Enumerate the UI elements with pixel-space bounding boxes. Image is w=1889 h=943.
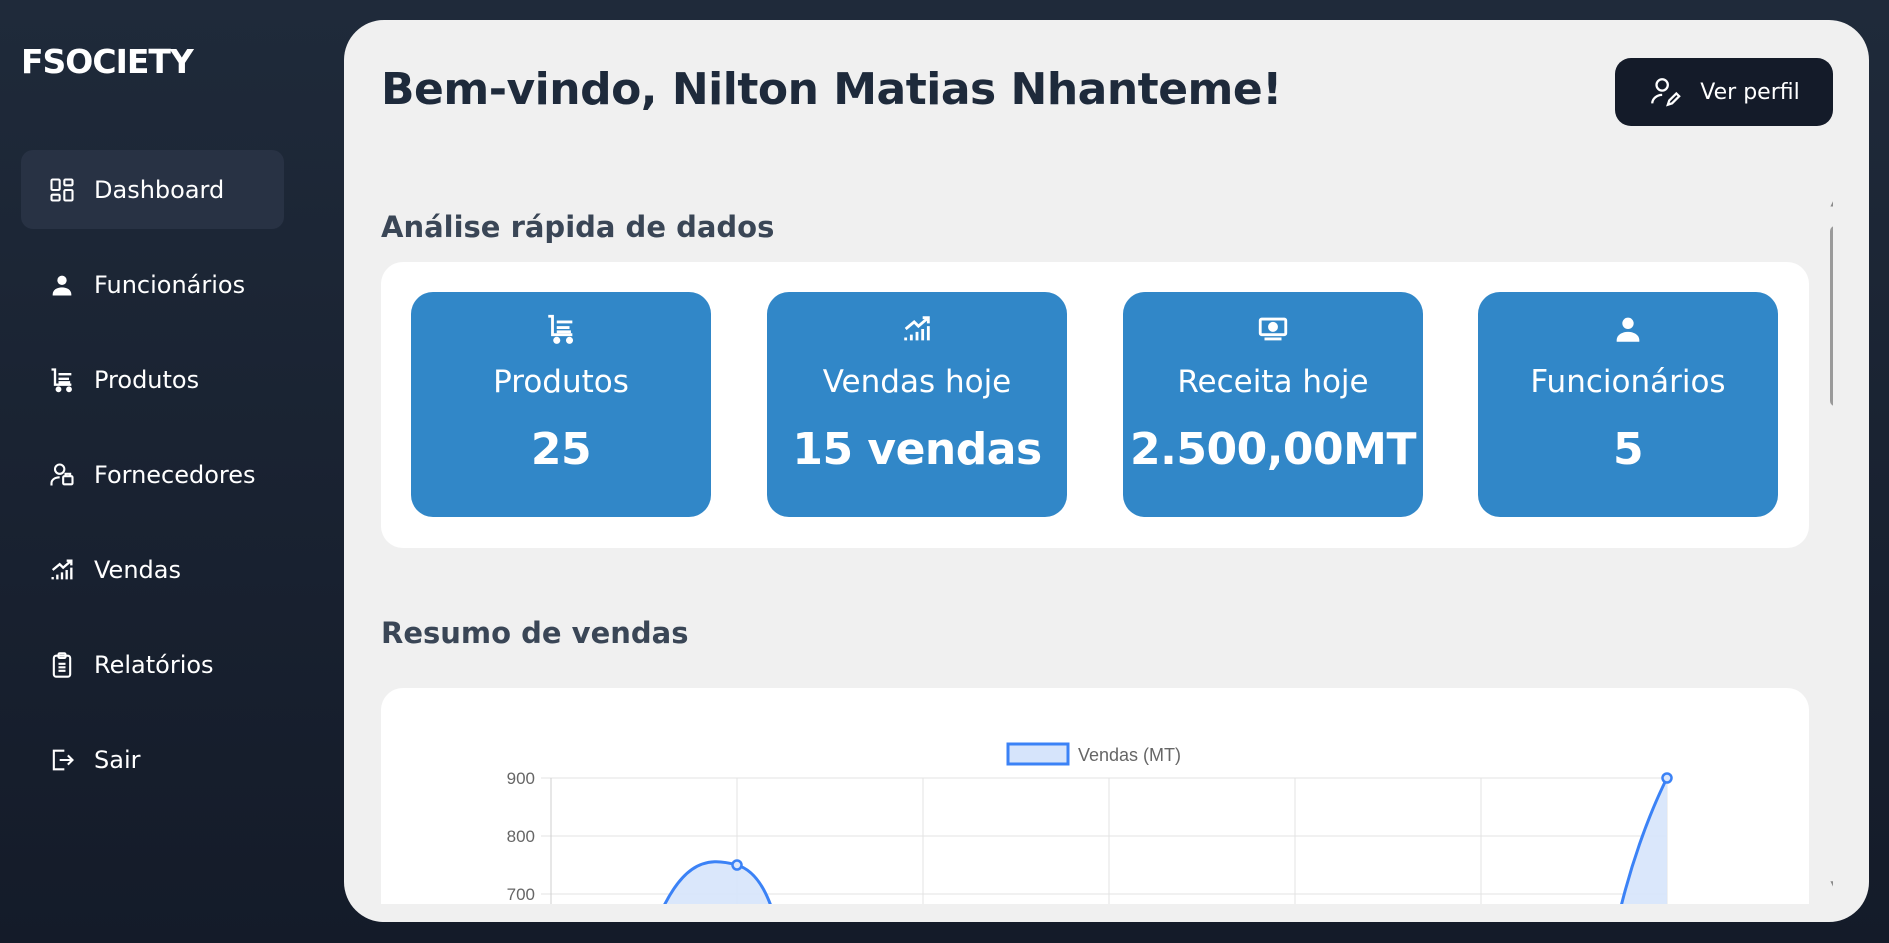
supplier-icon xyxy=(48,461,76,489)
scroll-down-arrow[interactable]: ▼ xyxy=(1828,878,1833,892)
sidebar-item-produtos[interactable]: Produtos xyxy=(21,340,284,419)
sidebar-item-dashboard[interactable]: Dashboard xyxy=(21,150,284,229)
main-panel: Bem-vindo, Nilton Matias Nhanteme! Ver p… xyxy=(344,20,1869,922)
page-title: Bem-vindo, Nilton Matias Nhanteme! xyxy=(381,64,1282,115)
data-point xyxy=(1661,772,1673,784)
dashboard-icon xyxy=(48,176,76,204)
legend-label: Vendas (MT) xyxy=(1078,745,1181,765)
stat-label: Receita hoje xyxy=(1177,364,1369,400)
sidebar-item-sair[interactable]: Sair xyxy=(21,720,284,799)
quick-analysis-title: Análise rápida de dados xyxy=(381,210,775,244)
sidebar-item-label: Sair xyxy=(94,745,141,774)
chart-growth-icon xyxy=(904,316,930,341)
sidebar-nav: Dashboard Funcionários Produtos Forneced… xyxy=(21,150,284,815)
cart-icon xyxy=(48,366,76,394)
sales-line-chart: 700 800 900 Vendas (MT) xyxy=(507,742,1673,904)
stat-card-vendas-hoje: Vendas hoje 15 vendas xyxy=(767,292,1067,517)
user-icon xyxy=(48,271,76,299)
y-tick-label: 700 xyxy=(507,885,535,904)
dashboard-content[interactable]: Análise rápida de dados Produtos 25 Vend… xyxy=(381,186,1833,904)
sidebar-item-label: Funcionários xyxy=(94,270,246,299)
legend-swatch xyxy=(1006,742,1070,766)
sidebar-item-relatorios[interactable]: Relatórios xyxy=(21,625,284,704)
stat-label: Vendas hoje xyxy=(822,364,1012,400)
money-icon xyxy=(1258,317,1288,341)
sidebar-item-label: Dashboard xyxy=(94,175,225,204)
y-tick-label: 800 xyxy=(507,827,535,846)
stat-value: 5 xyxy=(1612,424,1644,475)
sales-summary-title: Resumo de vendas xyxy=(381,616,689,650)
view-profile-label: Ver perfil xyxy=(1700,79,1800,105)
brand-logo: FSOCIETY xyxy=(21,42,194,81)
sidebar-item-label: Produtos xyxy=(94,365,200,394)
sidebar-item-label: Fornecedores xyxy=(94,460,256,489)
sidebar-item-vendas[interactable]: Vendas xyxy=(21,530,284,609)
chart-growth-icon xyxy=(48,556,76,584)
stats-panel: Produtos 25 Vendas hoje 15 vendas Receit… xyxy=(381,262,1809,548)
sales-chart-panel: 700 800 900 Vendas (MT) xyxy=(381,688,1809,904)
scrollbar-thumb[interactable] xyxy=(1830,226,1833,406)
sidebar-item-fornecedores[interactable]: Fornecedores xyxy=(21,435,284,514)
view-profile-button[interactable]: Ver perfil xyxy=(1615,58,1833,126)
scroll-up-arrow[interactable]: ▲ xyxy=(1828,194,1833,208)
clipboard-icon xyxy=(48,651,76,679)
stat-label: Funcionários xyxy=(1530,364,1726,400)
stat-value: 25 xyxy=(530,424,592,475)
sidebar-item-funcionarios[interactable]: Funcionários xyxy=(21,245,284,324)
stat-value: 2.500,00MT xyxy=(1130,424,1416,475)
user-icon xyxy=(1616,317,1640,342)
sidebar-item-label: Relatórios xyxy=(94,650,214,679)
data-point xyxy=(731,859,743,871)
y-tick-label: 900 xyxy=(507,769,535,788)
stat-label: Produtos xyxy=(493,364,629,400)
vertical-scrollbar[interactable]: ▲ ▼ xyxy=(1825,186,1833,904)
logout-icon xyxy=(48,746,76,774)
sidebar-item-label: Vendas xyxy=(94,555,181,584)
edit-user-icon xyxy=(1651,78,1682,107)
stat-value: 15 vendas xyxy=(792,424,1042,475)
stat-card-funcionarios: Funcionários 5 xyxy=(1478,292,1778,517)
sidebar: FSOCIETY Dashboard Funcionários Produtos… xyxy=(0,0,344,943)
stat-card-receita-hoje: Receita hoje 2.500,00MT xyxy=(1123,292,1423,517)
stat-card-produtos: Produtos 25 xyxy=(411,292,711,517)
cart-icon xyxy=(548,314,574,344)
